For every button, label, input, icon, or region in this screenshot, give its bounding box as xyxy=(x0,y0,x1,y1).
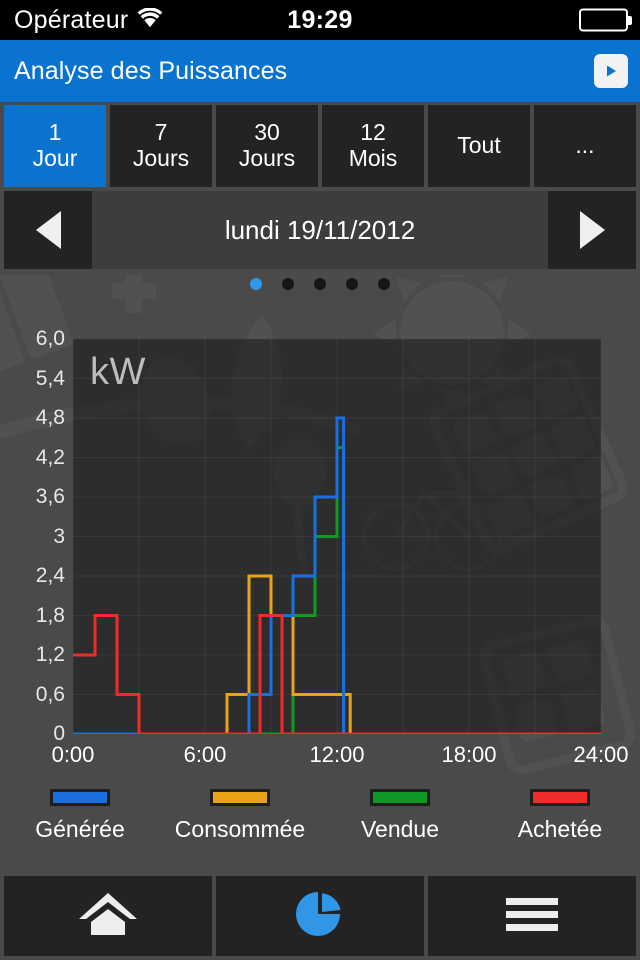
app-header: Analyse des Puissances xyxy=(0,40,640,102)
y-axis-tick: 6,0 xyxy=(35,327,65,350)
date-next-button[interactable] xyxy=(548,191,636,269)
legend-label: Vendue xyxy=(360,816,440,842)
range-tab-line1: 12 xyxy=(360,119,386,146)
chart-plot-area[interactable] xyxy=(72,338,602,734)
range-tab-30-jours[interactable]: 30 Jours xyxy=(216,105,318,187)
y-axis-tick: 2,4 xyxy=(35,564,65,587)
x-axis-tick: 12:00 xyxy=(309,742,365,767)
range-tab-line2: ... xyxy=(575,132,595,159)
page-title: Analyse des Puissances xyxy=(14,56,288,85)
range-tab-line1: 7 xyxy=(154,119,168,146)
y-axis-tick: 5,4 xyxy=(35,366,65,390)
tab-home[interactable] xyxy=(4,876,212,956)
x-axis-tick: 0:00 xyxy=(51,742,95,767)
pie-chart-icon xyxy=(296,890,344,943)
clock-label: 19:29 xyxy=(287,5,353,34)
legend-item-achetee[interactable]: Achetée xyxy=(480,771,640,861)
y-axis-tick: 1,8 xyxy=(35,603,65,627)
range-tab-line2: Tout xyxy=(457,132,501,159)
chart-legend: Générée Consommée Vendue Achetée xyxy=(0,771,640,861)
app-root: Opérateur 19:29 Analyse des Puissances 1… xyxy=(0,0,640,960)
date-prev-button[interactable] xyxy=(4,191,92,269)
range-tab-line1: 30 xyxy=(254,119,280,146)
page-indicator xyxy=(0,269,640,299)
battery-full-icon xyxy=(579,8,628,32)
chevron-right-icon xyxy=(579,211,605,249)
y-axis-tick: 0,6 xyxy=(35,682,65,706)
legend-swatch xyxy=(50,789,110,806)
page-dot[interactable] xyxy=(346,278,358,290)
chart-unit-label: kW xyxy=(90,351,146,393)
chart-x-axis: 0:00 6:00 12:00 18:00 24:00 xyxy=(52,742,629,772)
range-tab-7-jours[interactable]: 7 Jours xyxy=(110,105,212,187)
page-dot[interactable] xyxy=(282,278,294,290)
x-axis-tick: 24:00 xyxy=(573,742,629,767)
legend-label: Générée xyxy=(35,816,125,842)
play-icon[interactable] xyxy=(594,54,628,88)
range-tab-more[interactable]: ... xyxy=(534,105,636,187)
range-tabs: 1 Jour 7 Jours 30 Jours 12 Mois Tout ... xyxy=(0,102,640,187)
x-axis-tick: 6:00 xyxy=(183,742,227,767)
page-dot[interactable] xyxy=(314,278,326,290)
legend-swatch xyxy=(210,789,270,806)
y-axis-tick: 4,8 xyxy=(35,406,65,429)
page-dot[interactable] xyxy=(250,278,262,290)
chart-series-svg xyxy=(72,338,602,734)
y-axis-tick: 4,2 xyxy=(35,445,65,469)
tab-analysis[interactable] xyxy=(216,876,424,956)
tab-menu[interactable] xyxy=(428,876,636,956)
y-axis-tick: 3,6 xyxy=(35,485,65,508)
y-axis-tick: 1,2 xyxy=(35,643,65,666)
chevron-left-icon xyxy=(35,211,61,249)
page-dot[interactable] xyxy=(378,278,390,290)
legend-swatch xyxy=(530,789,590,806)
y-axis-tick: 3 xyxy=(53,524,65,548)
range-tab-line2: Jours xyxy=(132,145,190,171)
home-icon xyxy=(77,891,139,942)
range-tab-line1: 1 xyxy=(48,119,62,146)
bottom-tab-bar xyxy=(0,872,640,960)
current-date-label[interactable]: lundi 19/11/2012 xyxy=(92,191,548,269)
chart-y-axis: 0 0,6 1,2 1,8 2,4 3 3,6 4,2 4,8 5,4 6,0 xyxy=(0,327,73,745)
legend-swatch xyxy=(370,789,430,806)
range-tab-line2: Jour xyxy=(32,145,78,171)
power-chart: kW 0 0,6 1,2 1,8 2,4 3 3,6 4,2 4,8 5,4 6,0 0:00 6:0… xyxy=(0,299,640,769)
range-tab-tout[interactable]: Tout xyxy=(428,105,530,187)
legend-label: Achetée xyxy=(517,816,603,842)
range-tab-line2: Jours xyxy=(238,145,296,171)
range-tab-1-jour[interactable]: 1 Jour xyxy=(4,105,106,187)
legend-item-generee[interactable]: Générée xyxy=(0,771,160,861)
legend-item-consommee[interactable]: Consommée xyxy=(160,771,320,861)
menu-icon xyxy=(506,896,558,937)
x-axis-tick: 18:00 xyxy=(441,742,497,767)
range-tab-12-mois[interactable]: 12 Mois xyxy=(322,105,424,187)
range-tab-line2: Mois xyxy=(348,145,398,171)
date-navigator: lundi 19/11/2012 xyxy=(0,191,640,269)
legend-label: Consommée xyxy=(174,816,306,842)
legend-item-vendue[interactable]: Vendue xyxy=(320,771,480,861)
status-bar: Opérateur 19:29 xyxy=(0,0,640,40)
